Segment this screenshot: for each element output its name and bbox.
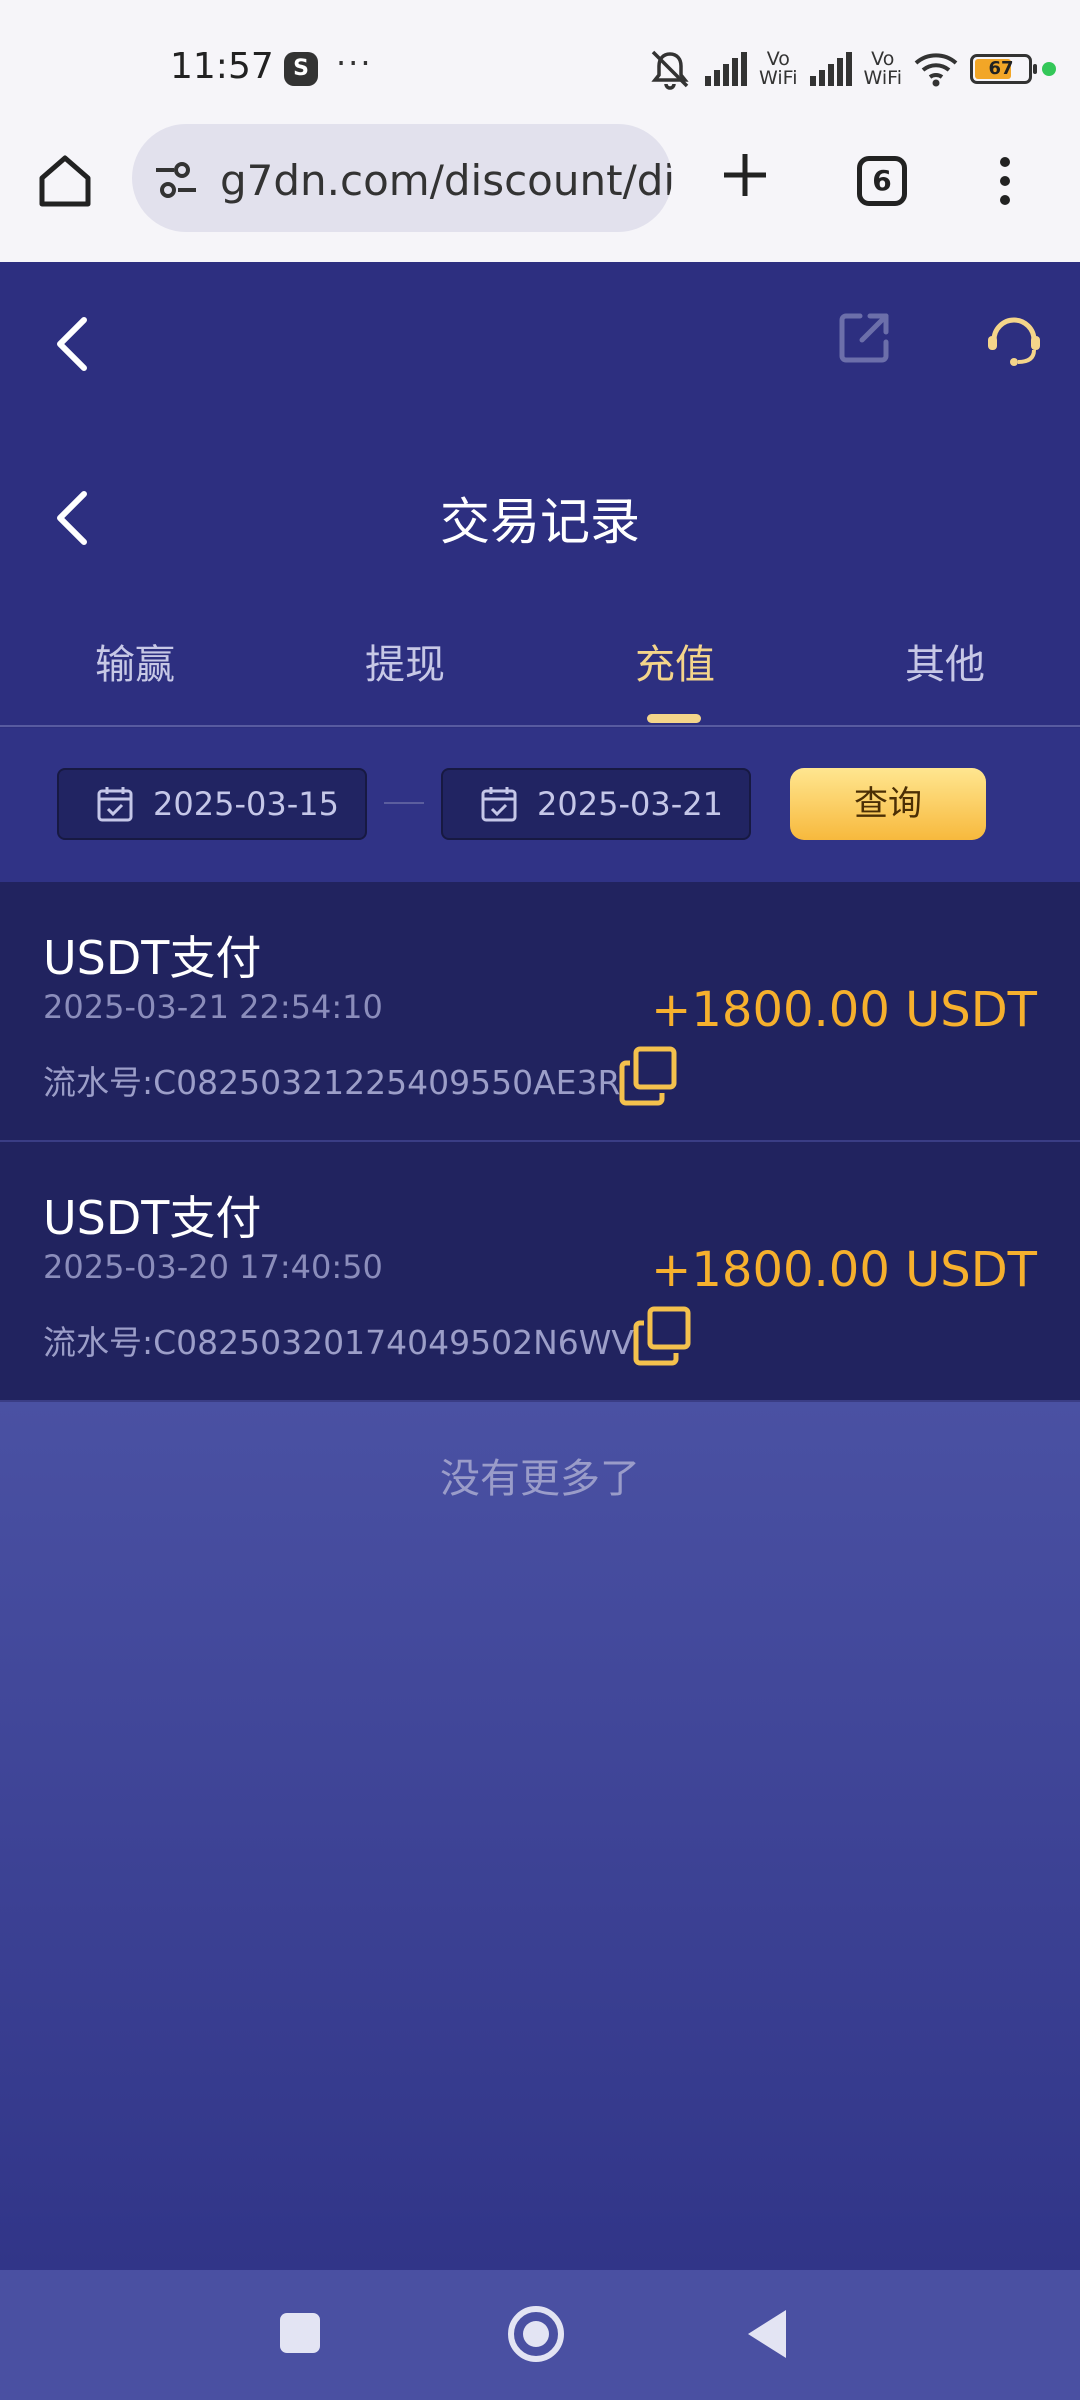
record-title: USDT支付 [43, 931, 262, 985]
transaction-list: USDT支付 2025-03-21 22:54:10 流水号:C08250321… [0, 882, 1080, 1402]
record-time: 2025-03-21 22:54:10 [43, 988, 383, 1026]
system-nav-bar [0, 2270, 1080, 2400]
app-notification-icon: S [284, 52, 318, 86]
battery-level: 67 [988, 58, 1014, 79]
start-date-value: 2025-03-15 [153, 785, 339, 823]
back-icon[interactable] [52, 314, 92, 378]
end-date-picker[interactable]: 2025-03-21 [441, 768, 751, 840]
home-button[interactable] [508, 2306, 564, 2362]
site-settings-icon[interactable] [152, 160, 200, 204]
start-date-picker[interactable]: 2025-03-15 [57, 768, 367, 840]
mute-icon [647, 46, 693, 92]
date-filter-bar: 2025-03-15 2025-03-21 查询 [0, 728, 1080, 882]
record-amount: +1800.00 USDT [651, 982, 1037, 1038]
record-amount: +1800.00 USDT [651, 1242, 1037, 1298]
no-more-text: 没有更多了 [440, 1456, 640, 1502]
tab-deposit[interactable]: 充值 [540, 632, 810, 690]
new-tab-icon[interactable] [718, 148, 772, 206]
copy-icon[interactable] [632, 1305, 694, 1371]
vowifi-label-2: Vo WiFi [863, 48, 902, 89]
active-tab-indicator [647, 714, 701, 723]
tab-other[interactable]: 其他 [810, 632, 1080, 690]
browser-toolbar: g7dn.com/discount/dis 6 [0, 120, 1080, 262]
record-time: 2025-03-20 17:40:50 [43, 1248, 383, 1286]
customer-service-icon[interactable] [984, 310, 1044, 374]
signal-icon-2 [808, 52, 854, 86]
page-title: 交易记录 [440, 493, 640, 551]
privacy-indicator-icon [1042, 62, 1056, 76]
url-text[interactable]: g7dn.com/discount/dis [220, 156, 672, 205]
app-header: 交易记录 输赢 提现 充值 其他 [0, 262, 1080, 727]
tab-withdraw[interactable]: 提现 [270, 632, 540, 690]
copy-icon[interactable] [618, 1045, 680, 1111]
status-bar: 11:57 S ··· Vo WiFi Vo WiFi 67 [0, 0, 1080, 120]
list-item[interactable]: USDT支付 2025-03-20 17:40:50 流水号:C08250320… [0, 1142, 1080, 1402]
more-menu-icon[interactable] [996, 156, 1014, 210]
record-title: USDT支付 [43, 1191, 262, 1245]
date-range-separator [384, 802, 424, 804]
status-time: 11:57 [170, 46, 274, 87]
calendar-icon [97, 787, 133, 822]
signal-icon [703, 52, 749, 86]
query-button[interactable]: 查询 [790, 768, 986, 840]
status-icons: Vo WiFi Vo WiFi 67 [647, 44, 1056, 94]
back-button[interactable] [748, 2310, 786, 2358]
more-notifications-icon: ··· [336, 44, 373, 82]
list-item[interactable]: USDT支付 2025-03-21 22:54:10 流水号:C08250321… [0, 882, 1080, 1142]
url-bar[interactable]: g7dn.com/discount/dis [132, 124, 672, 232]
battery-icon: 67 [970, 54, 1037, 84]
transaction-tabs: 输赢 提现 充值 其他 [0, 632, 1080, 727]
wifi-icon [912, 51, 960, 87]
recents-button[interactable] [280, 2313, 320, 2353]
open-external-icon[interactable] [836, 310, 892, 370]
calendar-icon [481, 787, 517, 822]
tab-switcher-button[interactable]: 6 [857, 156, 907, 206]
vowifi-label: Vo WiFi [759, 48, 798, 89]
tab-win-loss[interactable]: 输赢 [0, 632, 270, 690]
end-date-value: 2025-03-21 [537, 785, 723, 823]
record-serial: 流水号:C08250321225409550AE3R [43, 1063, 621, 1102]
home-icon[interactable] [34, 150, 96, 216]
record-serial: 流水号:C08250320174049502N6WV [43, 1323, 634, 1362]
content-background [0, 1402, 1080, 2270]
